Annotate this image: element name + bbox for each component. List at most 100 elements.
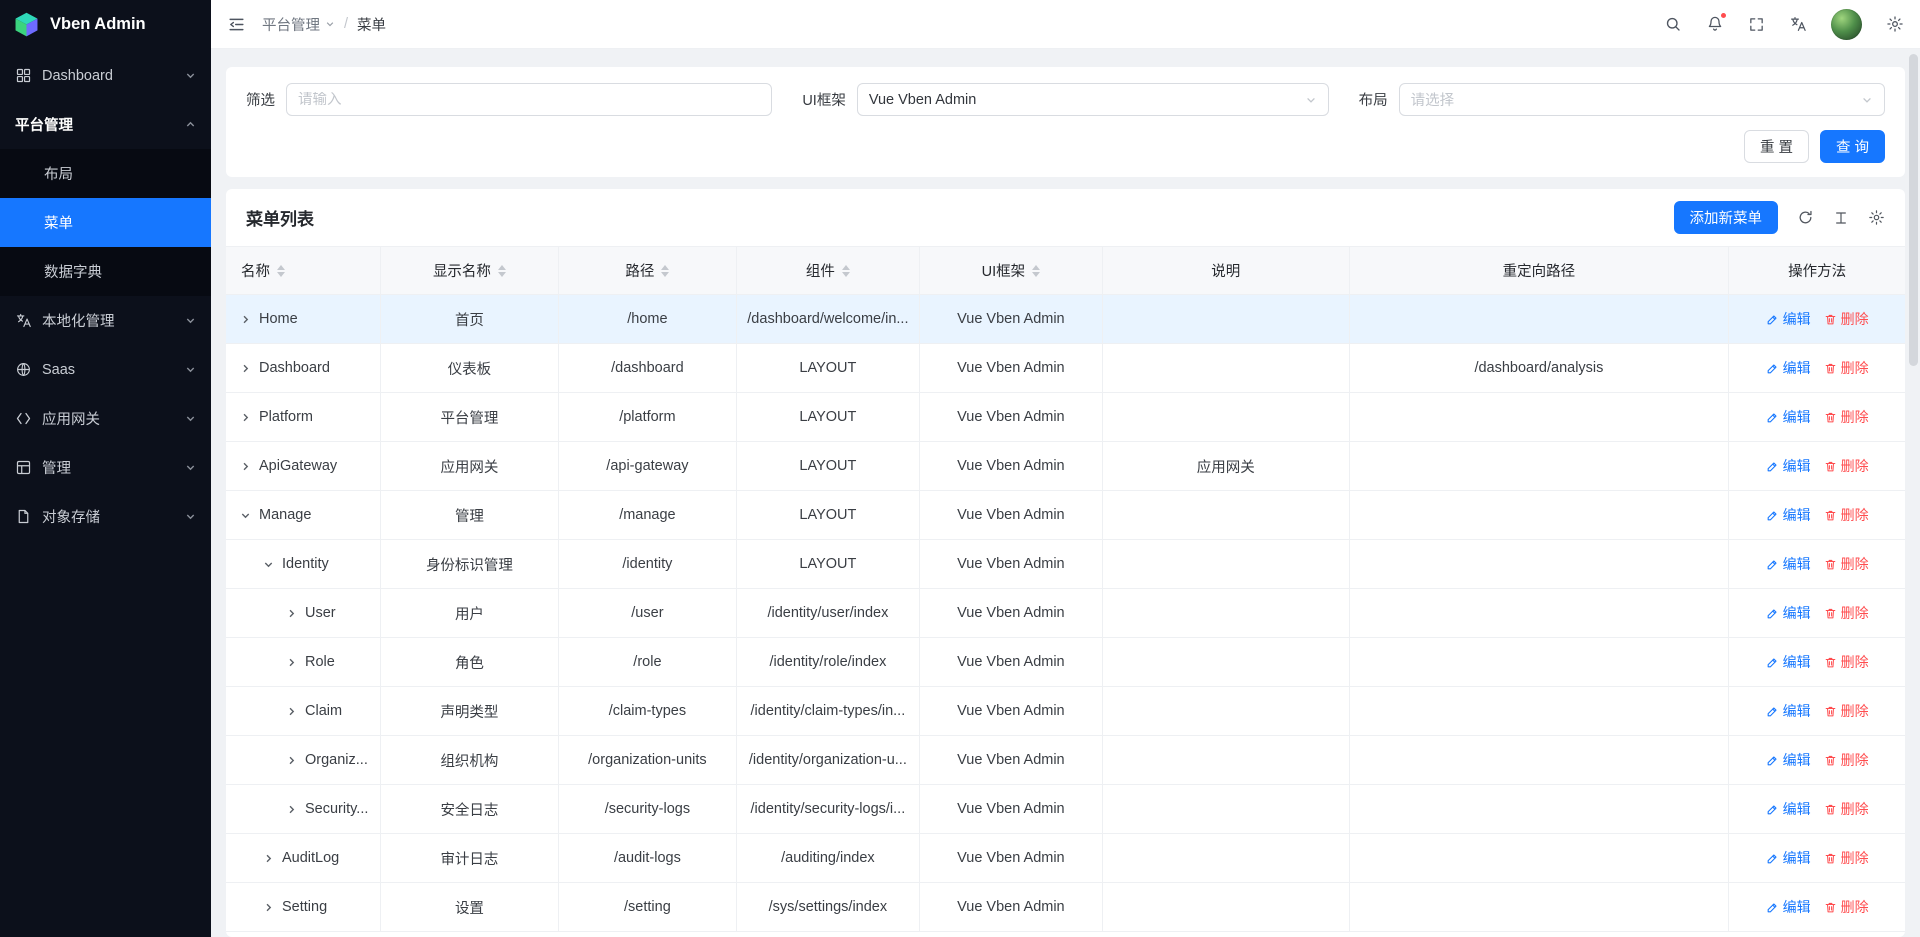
edit-button[interactable]: 编辑 xyxy=(1766,505,1811,525)
delete-button[interactable]: 删除 xyxy=(1824,603,1869,623)
edit-button[interactable]: 编辑 xyxy=(1766,848,1811,868)
add-menu-button[interactable]: 添加新菜单 xyxy=(1674,201,1779,234)
row-expander-icon[interactable] xyxy=(286,608,297,619)
scrollbar[interactable] xyxy=(1909,0,1918,937)
edit-icon xyxy=(1766,656,1779,669)
layout-select[interactable]: 请选择 xyxy=(1399,83,1885,116)
fullscreen-icon[interactable] xyxy=(1748,16,1765,33)
delete-button[interactable]: 删除 xyxy=(1824,456,1869,476)
sidebar-subitem[interactable]: 布局 xyxy=(0,149,211,198)
edit-button[interactable]: 编辑 xyxy=(1766,701,1811,721)
sidebar-item[interactable]: 本地化管理 xyxy=(0,296,211,345)
table-row[interactable]: ApiGateway应用网关/api-gatewayLAYOUTVue Vben… xyxy=(226,442,1905,491)
delete-button[interactable]: 删除 xyxy=(1824,799,1869,819)
bell-icon[interactable] xyxy=(1706,15,1724,33)
row-expander-icon[interactable] xyxy=(286,804,297,815)
keyword-input-wrap[interactable] xyxy=(286,83,772,116)
row-expander-icon[interactable] xyxy=(240,510,251,521)
menu-name: Home xyxy=(259,311,298,327)
column-header[interactable]: 组件 xyxy=(736,247,919,295)
row-expander-icon[interactable] xyxy=(240,412,251,423)
row-expander-icon[interactable] xyxy=(240,363,251,374)
table-row[interactable]: Setting设置/setting/sys/settings/indexVue … xyxy=(226,883,1905,932)
sort-icon[interactable] xyxy=(277,265,285,277)
delete-button[interactable]: 删除 xyxy=(1824,554,1869,574)
sidebar-item[interactable]: 对象存储 xyxy=(0,492,211,541)
table-row[interactable]: Dashboard仪表板/dashboardLAYOUTVue Vben Adm… xyxy=(226,344,1905,393)
edit-button[interactable]: 编辑 xyxy=(1766,603,1811,623)
column-header[interactable]: 显示名称 xyxy=(380,247,558,295)
table-row[interactable]: Security...安全日志/security-logs/identity/s… xyxy=(226,785,1905,834)
sort-icon[interactable] xyxy=(661,265,669,277)
redirect-path xyxy=(1349,589,1728,638)
refresh-icon[interactable] xyxy=(1797,209,1814,226)
delete-button[interactable]: 删除 xyxy=(1824,407,1869,427)
breadcrumb-item-platform[interactable]: 平台管理 xyxy=(262,14,335,35)
row-expander-icon[interactable] xyxy=(286,706,297,717)
table-row[interactable]: User用户/user/identity/user/indexVue Vben … xyxy=(226,589,1905,638)
row-expander-icon[interactable] xyxy=(240,461,251,472)
table-row[interactable]: Home首页/home/dashboard/welcome/in...Vue V… xyxy=(226,295,1905,344)
edit-button[interactable]: 编辑 xyxy=(1766,358,1811,378)
avatar[interactable] xyxy=(1831,9,1862,40)
sidebar-item[interactable]: 管理 xyxy=(0,443,211,492)
scrollbar-thumb[interactable] xyxy=(1909,54,1918,366)
delete-button[interactable]: 删除 xyxy=(1824,358,1869,378)
sort-icon[interactable] xyxy=(498,265,506,277)
dashboard-icon xyxy=(15,67,32,84)
delete-button[interactable]: 删除 xyxy=(1824,897,1869,917)
edit-button[interactable]: 编辑 xyxy=(1766,897,1811,917)
sort-icon[interactable] xyxy=(1032,265,1040,277)
delete-button[interactable]: 删除 xyxy=(1824,652,1869,672)
row-expander-icon[interactable] xyxy=(263,853,274,864)
table-row[interactable]: Organiz...组织机构/organization-units/identi… xyxy=(226,736,1905,785)
table-row[interactable]: Identity身份标识管理/identityLAYOUTVue Vben Ad… xyxy=(226,540,1905,589)
sidebar-subitem[interactable]: 菜单 xyxy=(0,198,211,247)
settings-gear-icon[interactable] xyxy=(1886,15,1904,33)
sidebar-item[interactable]: 平台管理 xyxy=(0,100,211,149)
table-settings-icon[interactable] xyxy=(1868,209,1885,226)
edit-button[interactable]: 编辑 xyxy=(1766,652,1811,672)
route-path: /manage xyxy=(558,491,736,540)
table-row[interactable]: Claim声明类型/claim-types/identity/claim-typ… xyxy=(226,687,1905,736)
table-row[interactable]: Platform平台管理/platformLAYOUTVue Vben Admi… xyxy=(226,393,1905,442)
column-header[interactable]: 路径 xyxy=(558,247,736,295)
edit-button[interactable]: 编辑 xyxy=(1766,456,1811,476)
edit-button[interactable]: 编辑 xyxy=(1766,750,1811,770)
sort-icon[interactable] xyxy=(842,265,850,277)
delete-button[interactable]: 删除 xyxy=(1824,701,1869,721)
reset-button[interactable]: 重 置 xyxy=(1744,130,1809,163)
row-expander-icon[interactable] xyxy=(263,902,274,913)
sidebar-subitem[interactable]: 数据字典 xyxy=(0,247,211,296)
sidebar-item[interactable]: Dashboard xyxy=(0,51,211,100)
edit-button[interactable]: 编辑 xyxy=(1766,799,1811,819)
query-button[interactable]: 查 询 xyxy=(1820,130,1885,163)
column-header[interactable]: 名称 xyxy=(226,247,380,295)
row-expander-icon[interactable] xyxy=(286,657,297,668)
description xyxy=(1102,344,1349,393)
delete-button[interactable]: 删除 xyxy=(1824,505,1869,525)
table-row[interactable]: AuditLog审计日志/audit-logs/auditing/indexVu… xyxy=(226,834,1905,883)
ui-framework-select[interactable]: Vue Vben Admin xyxy=(857,83,1329,116)
edit-button[interactable]: 编辑 xyxy=(1766,309,1811,329)
sidebar-item[interactable]: 应用网关 xyxy=(0,394,211,443)
translate-icon[interactable] xyxy=(1789,15,1807,33)
row-expander-icon[interactable] xyxy=(240,314,251,325)
table-row[interactable]: Role角色/role/identity/role/indexVue Vben … xyxy=(226,638,1905,687)
menu-name: AuditLog xyxy=(282,850,339,866)
sidebar-item[interactable]: Saas xyxy=(0,345,211,394)
logo[interactable]: Vben Admin xyxy=(0,0,211,49)
table-row[interactable]: Manage管理/manageLAYOUTVue Vben Admin编辑删除 xyxy=(226,491,1905,540)
edit-button[interactable]: 编辑 xyxy=(1766,407,1811,427)
row-expander-icon[interactable] xyxy=(263,559,274,570)
sidebar-toggle-icon[interactable] xyxy=(227,15,246,34)
keyword-input[interactable] xyxy=(298,92,760,108)
search-icon[interactable] xyxy=(1664,15,1682,33)
row-height-icon[interactable] xyxy=(1833,210,1849,226)
delete-button[interactable]: 删除 xyxy=(1824,750,1869,770)
edit-button[interactable]: 编辑 xyxy=(1766,554,1811,574)
column-header[interactable]: UI框架 xyxy=(919,247,1102,295)
delete-button[interactable]: 删除 xyxy=(1824,848,1869,868)
delete-button[interactable]: 删除 xyxy=(1824,309,1869,329)
row-expander-icon[interactable] xyxy=(286,755,297,766)
